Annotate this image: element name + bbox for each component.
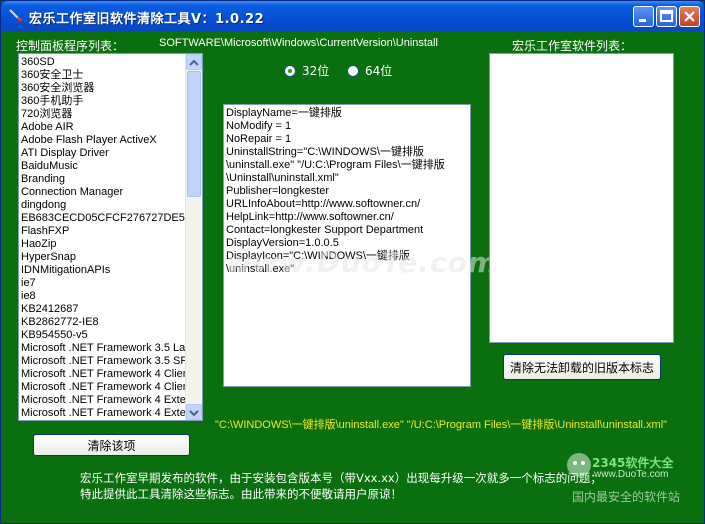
chevron-down-icon [189, 410, 199, 417]
list-item[interactable]: Microsoft .NET Framework 3.5 Lar [21, 342, 185, 355]
list-item[interactable]: Microsoft .NET Framework 4 Clien [21, 368, 185, 381]
list-item[interactable]: FlashFXP [21, 225, 185, 238]
logo-url: www.DuoTe.com [594, 469, 669, 480]
notice-line-1: 宏乐工作室早期发布的软件，由于安装包含版本号（带Vxx.xx）出现每升级一次就多… [80, 471, 602, 485]
maximize-button[interactable] [656, 6, 677, 27]
detail-line: UninstallString="C:\WINDOWS\一键排版 [226, 146, 424, 158]
list-item[interactable]: HaoZip [21, 238, 185, 251]
detail-line: Contact=longkester Support Department [226, 224, 424, 236]
list-item[interactable]: Adobe AIR [21, 121, 185, 134]
control-panel-program-list[interactable]: 360SD 360安全卫士 360安全浏览器 360手机助手 720浏览器 Adobe A… [18, 53, 203, 421]
list-item[interactable]: IDNMitigationAPIs [21, 264, 185, 277]
list-item[interactable]: Microsoft .NET Framework 3.5 SP [21, 355, 185, 368]
main-window: 宏乐工作室旧软件清除工具V：1.0.22 控制面板程序列表： 360SD 360安… [0, 0, 705, 524]
close-button[interactable] [679, 6, 700, 27]
uninstall-string-text: "C:\WINDOWS\一键排版\uninstall.exe" "/U:C:\P… [215, 419, 668, 431]
list-item[interactable]: Microsoft .NET Framework 4 Exter [21, 394, 185, 407]
list-item[interactable]: HyperSnap [21, 251, 185, 264]
list-item[interactable]: Branding [21, 173, 185, 186]
minimize-icon [639, 19, 646, 22]
list-item[interactable]: ie7 [21, 277, 185, 290]
close-icon [684, 11, 695, 22]
program-list-scrollbar[interactable] [185, 54, 202, 420]
logo-slogan: 国内最安全的软件站 [572, 490, 681, 504]
detail-line: \Uninstall\uninstall.xml" [226, 172, 339, 184]
clear-old-version-flags-button[interactable]: 清除无法卸载的旧版本标志 [503, 354, 661, 380]
minimize-button[interactable] [633, 6, 654, 27]
title-bar[interactable]: 宏乐工作室旧软件清除工具V：1.0.22 [1, 1, 704, 31]
radio-64bit-label: 64位 [365, 64, 393, 78]
radio-32bit-label: 32位 [302, 64, 330, 78]
scroll-thumb[interactable] [187, 71, 201, 197]
radio-64bit-indicator[interactable] [347, 64, 359, 77]
radio-32bit-indicator[interactable] [284, 64, 296, 77]
radio-32bit[interactable]: 32位 [284, 62, 329, 79]
list-item[interactable]: BaiduMusic [21, 160, 185, 173]
detail-line: DisplayName=一键排版 [226, 107, 342, 119]
detail-line: URLInfoAbout=http://www.softowner.cn/ [226, 198, 421, 210]
list-item[interactable]: dingdong [21, 199, 185, 212]
mascot-icon [567, 453, 591, 477]
radio-64bit[interactable]: 64位 [347, 62, 392, 79]
list-item[interactable]: Microsoft .NET Framework 4 Clien [21, 381, 185, 394]
studio-software-list[interactable] [489, 53, 674, 343]
list-item[interactable]: KB954550-v5 [21, 329, 185, 342]
detail-line: Publisher=longkester [226, 185, 330, 197]
list-item[interactable]: Connection Manager [21, 186, 185, 199]
control-panel-list-label: 控制面板程序列表： [16, 39, 125, 53]
maximize-icon [660, 10, 673, 22]
list-item[interactable]: ATI Display Driver [21, 147, 185, 160]
chevron-up-icon [189, 59, 199, 66]
list-item[interactable]: 360SD [21, 56, 185, 69]
detail-line: NoModify = 1 [226, 120, 292, 132]
broom-icon [9, 9, 23, 24]
list-item[interactable]: 720浏览器 [21, 108, 185, 121]
list-item[interactable]: 360手机助手 [21, 95, 185, 108]
detail-line: HelpLink=http://www.softowner.cn/ [226, 211, 394, 223]
scroll-up-button[interactable] [186, 54, 202, 70]
detail-line: NoRepair = 1 [226, 133, 292, 145]
list-item[interactable]: Adobe Flash Player ActiveX [21, 134, 185, 147]
list-item[interactable]: EB683CECD05CFCF276727DE55 [21, 212, 185, 225]
studio-software-list-label: 宏乐工作室软件列表： [512, 39, 633, 53]
list-item[interactable]: 360安全卫士 [21, 69, 185, 82]
site-logo: 2345软件大全 www.DuoTe.com 国内最安全的软件站 [564, 450, 704, 510]
clear-item-button[interactable]: 清除该项 [33, 434, 190, 456]
list-item[interactable]: ie8 [21, 290, 185, 303]
notice-line-2: 特此提供此工具清除这些标志。由此带来的不便敬请用户原谅！ [80, 487, 402, 501]
window-title: 宏乐工作室旧软件清除工具V：1.0.22 [29, 12, 265, 27]
scroll-down-button[interactable] [186, 404, 202, 420]
list-item[interactable]: KB2862772-IE8 [21, 316, 185, 329]
watermark-text: www.DuoTe.com [226, 246, 498, 279]
list-item[interactable]: 360安全浏览器 [21, 82, 185, 95]
detail-line: \uninstall.exe" "/U:C:\Program Files\一键排… [226, 159, 445, 171]
list-item[interactable]: Microsoft .NET Framework 4 Exter [21, 407, 185, 420]
notice-text: 宏乐工作室早期发布的软件，由于安装包含版本号（带Vxx.xx）出现每升级一次就多… [80, 470, 602, 502]
list-item[interactable]: KB2412687 [21, 303, 185, 316]
registry-path-label: SOFTWARE\Microsoft\Windows\CurrentVersio… [159, 37, 438, 49]
program-list-items: 360SD 360安全卫士 360安全浏览器 360手机助手 720浏览器 Adobe A… [21, 56, 185, 420]
